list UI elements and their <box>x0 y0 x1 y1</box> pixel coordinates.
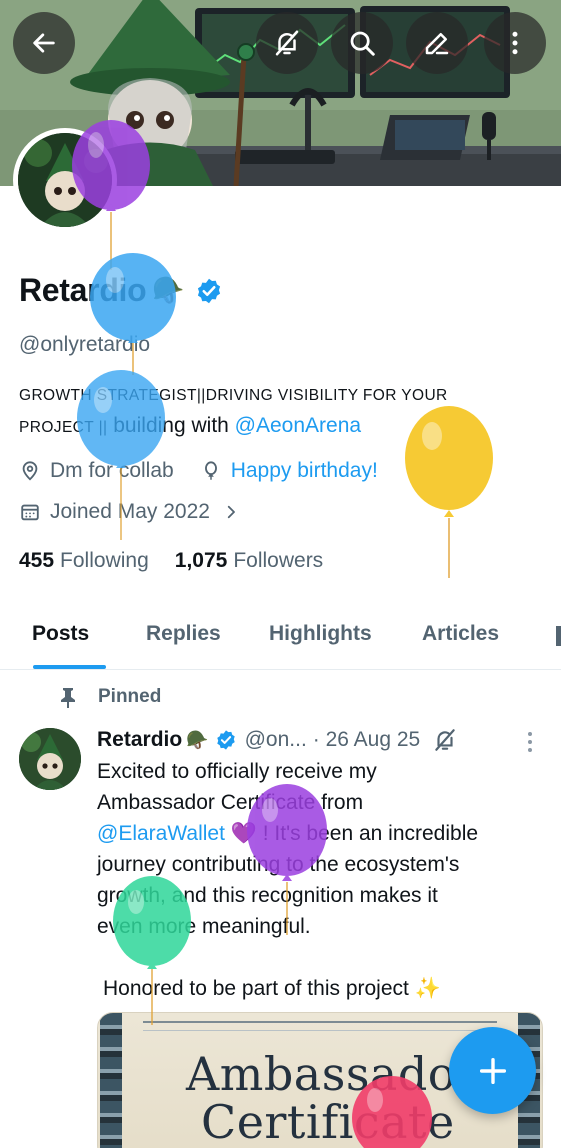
plus-icon <box>479 1057 506 1084</box>
profile-meta-row-1: Dm for collab Happy birthday! <box>19 459 378 483</box>
arrow-left-icon <box>33 33 55 53</box>
post-text-line: Excited to officially receive my <box>97 760 377 783</box>
certificate-ornament <box>143 1021 497 1031</box>
tab-overflow[interactable] <box>556 626 561 646</box>
post-text-line: Ambassador Certificate from <box>97 791 364 814</box>
profile-tabs: Posts Replies Highlights Articles <box>0 600 561 670</box>
search-button[interactable] <box>331 12 393 74</box>
tab-articles[interactable]: Articles <box>422 622 499 646</box>
post-text-line: growth, and this recognition makes it <box>97 884 438 907</box>
post-author-handle[interactable]: @on... <box>245 728 307 752</box>
edit-icon <box>425 33 449 55</box>
birthday-text[interactable]: Happy birthday! <box>231 459 378 483</box>
pinned-indicator: Pinned <box>58 686 161 708</box>
avatar-image <box>19 728 81 790</box>
location-icon <box>22 461 38 481</box>
bell-off-icon <box>275 30 299 56</box>
muted-icon <box>435 729 455 751</box>
bio-mention-link[interactable]: @AeonArena <box>235 414 361 437</box>
avatar-image <box>18 133 112 227</box>
post-author-avatar[interactable] <box>19 728 81 790</box>
edit-button[interactable] <box>406 12 468 74</box>
profile-meta-row-2[interactable]: Joined May 2022 <box>19 500 240 524</box>
more-button[interactable] <box>484 12 546 74</box>
certificate-title-line-1: Ambassador <box>186 1047 479 1101</box>
chevron-right-icon <box>227 505 235 519</box>
post-text-line: even more meaningful. <box>97 915 311 938</box>
bio-line-1: GROWTH STRATEGIST||DRIVING VISIBILITY FO… <box>19 387 448 404</box>
certificate-title-line-2: Certificate <box>201 1095 455 1148</box>
joined-text: Joined May 2022 <box>50 500 210 523</box>
post-more-icon[interactable] <box>527 731 533 753</box>
name-emoji: 🪖 <box>152 275 185 305</box>
post-mention-link[interactable]: @ElaraWallet <box>97 822 225 845</box>
active-tab-indicator <box>33 665 106 669</box>
tab-replies[interactable]: Replies <box>146 622 221 646</box>
calendar-icon <box>21 504 39 521</box>
balloon-icon <box>204 461 217 480</box>
tab-posts[interactable]: Posts <box>32 622 89 646</box>
pin-icon <box>61 688 75 708</box>
post-header: Retardio 🪖 @on... · 26 Aug 25 <box>97 727 458 753</box>
verified-badge-icon[interactable] <box>215 729 237 751</box>
post-text-line: 💜 ! It's been an incredible <box>224 822 479 845</box>
tab-highlights[interactable]: Highlights <box>269 622 372 646</box>
location-text: Dm for collab <box>50 459 174 482</box>
pinned-label: Pinned <box>98 686 162 707</box>
profile-name-row: Retardio 🪖 <box>19 272 223 309</box>
display-name: Retardio <box>19 272 147 308</box>
post-date[interactable]: · 26 Aug 25 <box>313 728 420 752</box>
follow-stats: 455 Following 1,075 Followers <box>19 549 323 573</box>
followers-label: Followers <box>233 549 324 572</box>
following-count: 455 <box>19 549 55 572</box>
following-label: Following <box>60 549 149 572</box>
back-button[interactable] <box>13 12 75 74</box>
bio-line-2-caps: PROJECT || <box>19 419 108 436</box>
profile-avatar[interactable] <box>13 128 117 232</box>
compose-button[interactable] <box>449 1027 536 1114</box>
following-link[interactable]: 455 Following <box>19 549 149 573</box>
post-text-line: Honored to be part of this project ✨ <box>103 977 441 1000</box>
more-vertical-icon <box>512 31 518 55</box>
post-text-line: journey contributing to the ecosystem's <box>97 853 460 876</box>
followers-count: 1,075 <box>174 549 228 572</box>
verified-badge-icon[interactable] <box>195 277 223 305</box>
profile-handle: @onlyretardio <box>19 333 151 356</box>
followers-link[interactable]: 1,075 Followers <box>175 549 323 573</box>
profile-bio: GROWTH STRATEGIST||DRIVING VISIBILITY FO… <box>19 380 544 443</box>
search-icon <box>350 31 375 56</box>
chain-border <box>100 1013 122 1148</box>
bio-line-2-text: building with <box>107 414 235 437</box>
post-author-emoji: 🪖 <box>186 729 209 750</box>
post-author-name[interactable]: Retardio <box>97 728 182 752</box>
post-text: Excited to officially receive my Ambassa… <box>97 756 542 1004</box>
notifications-off-button[interactable] <box>256 12 318 74</box>
